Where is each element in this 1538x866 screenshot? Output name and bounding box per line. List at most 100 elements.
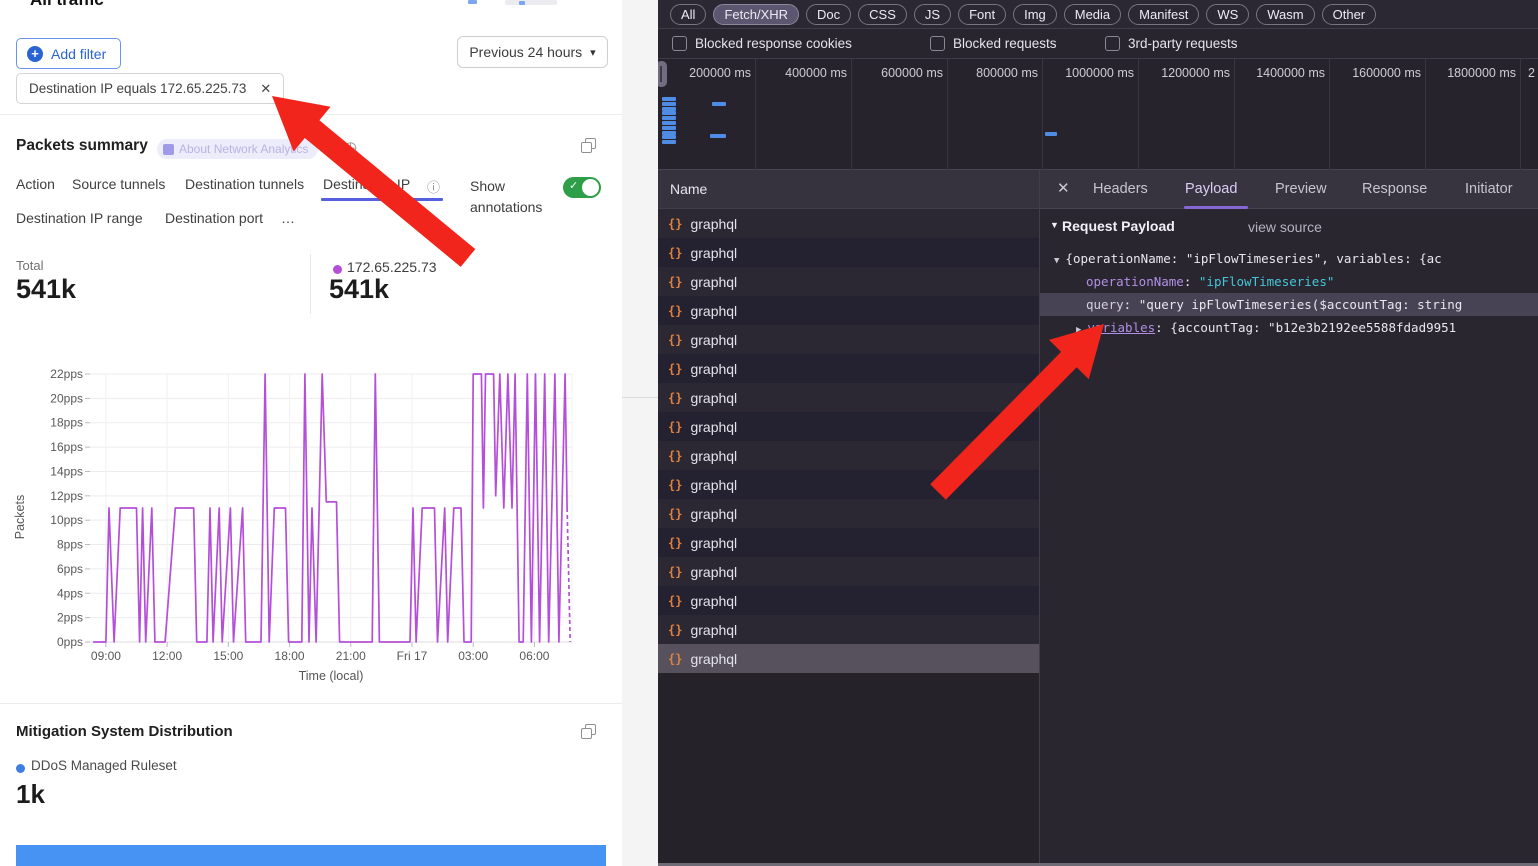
filter-pill-fetch-xhr[interactable]: Fetch/XHR [713, 4, 799, 25]
request-row-graphql-5[interactable]: {}graphql [658, 354, 1039, 383]
request-waterfall-mark [662, 97, 676, 101]
request-row-graphql-0[interactable]: {}graphql [658, 209, 1039, 238]
request-row-graphql-4[interactable]: {}graphql [658, 325, 1039, 354]
about-network-analytics-badge[interactable]: About Network Analytics [157, 139, 318, 159]
svg-text:12:00: 12:00 [152, 649, 182, 663]
timeline-drag-handle[interactable] [658, 61, 667, 87]
request-row-graphql-6[interactable]: {}graphql [658, 383, 1039, 412]
json-braces-icon: {} [668, 623, 682, 637]
request-waterfall-mark [662, 126, 676, 130]
remove-filter-icon[interactable]: ✕ [260, 81, 271, 97]
tab-[interactable]: … [281, 210, 295, 226]
svg-text:2pps: 2pps [57, 611, 83, 625]
json-braces-icon: {} [668, 391, 682, 405]
checkbox-icon [1105, 36, 1120, 51]
request-row-graphql-15[interactable]: {}graphql [658, 644, 1039, 673]
detail-tab-headers[interactable]: Headers [1093, 170, 1148, 208]
time-range-dropdown[interactable]: Previous 24 hours ▾ [457, 36, 608, 68]
request-row-graphql-10[interactable]: {}graphql [658, 499, 1039, 528]
time-range-value: Previous 24 hours [469, 44, 582, 60]
request-name: graphql [690, 593, 737, 609]
checkbox-blocked-response-cookies[interactable]: Blocked response cookies [672, 29, 852, 58]
timeline-label: 1000000 ms [1065, 66, 1134, 80]
page-title-all-traffic: All traffic [30, 0, 104, 10]
request-name: graphql [690, 448, 737, 464]
timeline-gridline [1234, 59, 1235, 171]
tab-destination-port[interactable]: Destination port [165, 210, 263, 226]
request-row-graphql-7[interactable]: {}graphql [658, 412, 1039, 441]
mitigation-bar[interactable] [16, 845, 606, 866]
request-row-graphql-1[interactable]: {}graphql [658, 238, 1039, 267]
filter-pill-img[interactable]: Img [1013, 4, 1057, 25]
filter-pill-doc[interactable]: Doc [806, 4, 851, 25]
request-waterfall-mark [662, 140, 676, 144]
svg-text:21:00: 21:00 [336, 649, 366, 663]
add-filter-button[interactable]: + Add filter [16, 38, 121, 69]
request-row-graphql-8[interactable]: {}graphql [658, 441, 1039, 470]
expand-card-icon[interactable] [581, 138, 595, 152]
payload-variables-line[interactable]: ▶variables: {accountTag: "b12e3b2192ee55… [1040, 316, 1538, 339]
filter-pill-js[interactable]: JS [914, 4, 951, 25]
tab-destination-tunnels[interactable]: Destination tunnels [185, 176, 304, 192]
detail-tab-payload[interactable]: Payload [1185, 170, 1237, 208]
json-braces-icon: {} [668, 565, 682, 579]
detail-tab-response[interactable]: Response [1362, 170, 1427, 208]
payload-preview-line[interactable]: ▼{operationName: "ipFlowTimeseries", var… [1040, 247, 1538, 270]
filter-pill-css[interactable]: CSS [858, 4, 907, 25]
svg-text:22pps: 22pps [50, 367, 83, 381]
view-source-link[interactable]: view source [1248, 219, 1322, 235]
series-label: 172.65.225.73 [347, 259, 437, 275]
timeline-gridline [1138, 59, 1139, 171]
request-name: graphql [690, 274, 737, 290]
packets-timeseries-chart[interactable]: 0pps2pps4pps6pps8pps10pps12pps14pps16pps… [0, 357, 622, 692]
request-row-graphql-12[interactable]: {}graphql [658, 557, 1039, 586]
expand-triangle-icon[interactable]: ▶ [1040, 325, 1081, 335]
request-row-graphql-3[interactable]: {}graphql [658, 296, 1039, 325]
filter-pill-manifest[interactable]: Manifest [1128, 4, 1199, 25]
timeline-label: 1200000 ms [1161, 66, 1230, 80]
network-overview-timeline[interactable]: 200000 ms400000 ms600000 ms800000 ms1000… [658, 58, 1538, 170]
json-braces-icon: {} [668, 652, 682, 666]
mitigation-title: Mitigation System Distribution [16, 723, 233, 740]
badge-label: About Network Analytics [179, 142, 308, 156]
collapse-triangle-icon[interactable]: ▼ [1050, 220, 1059, 230]
filter-pill-wasm[interactable]: Wasm [1256, 4, 1314, 25]
request-row-graphql-11[interactable]: {}graphql [658, 528, 1039, 557]
svg-text:Time (local): Time (local) [299, 669, 364, 683]
filter-pill-other[interactable]: Other [1322, 4, 1377, 25]
request-waterfall-mark [662, 116, 676, 120]
svg-text:09:00: 09:00 [91, 649, 121, 663]
filter-pill-ws[interactable]: WS [1206, 4, 1249, 25]
timeline-label: 1600000 ms [1352, 66, 1421, 80]
request-row-graphql-14[interactable]: {}graphql [658, 615, 1039, 644]
payload-operation-line[interactable]: operationName: "ipFlowTimeseries" [1040, 270, 1538, 293]
filter-pill-font[interactable]: Font [958, 4, 1006, 25]
checkbox-icon [672, 36, 687, 51]
request-name: graphql [690, 303, 737, 319]
checkbox-blocked-requests[interactable]: Blocked requests [930, 29, 1057, 58]
tab-destination-ip[interactable]: Destination IP [323, 176, 410, 192]
info-icon[interactable]: ⓘ [427, 177, 440, 196]
payload-query-line[interactable]: query: "query ipFlowTimeseries($accountT… [1040, 293, 1538, 316]
detail-tab-initiator[interactable]: Initiator [1465, 170, 1513, 208]
plus-icon: + [27, 46, 43, 62]
timeline-label: 800000 ms [976, 66, 1038, 80]
close-icon[interactable]: ✕ [1057, 170, 1070, 208]
filter-pill-all[interactable]: All [670, 4, 706, 25]
request-row-graphql-13[interactable]: {}graphql [658, 586, 1039, 615]
request-row-graphql-2[interactable]: {}graphql [658, 267, 1039, 296]
chevron-down-icon: ▾ [590, 46, 596, 59]
expand-card-icon[interactable] [581, 724, 595, 738]
tab-action[interactable]: Action [16, 176, 55, 192]
network-filter-checkboxes: Blocked response cookies Blocked requests… [658, 29, 1538, 58]
filter-pill-media[interactable]: Media [1064, 4, 1121, 25]
tab-source-tunnels[interactable]: Source tunnels [72, 176, 165, 192]
show-annotations-toggle[interactable]: ✓ [563, 177, 601, 198]
timeline-label: 400000 ms [785, 66, 847, 80]
filter-chip[interactable]: Destination IP equals 172.65.225.73 ✕ [16, 73, 284, 104]
tab-destination-ip-range[interactable]: Destination IP range [16, 210, 143, 226]
request-row-graphql-9[interactable]: {}graphql [658, 470, 1039, 499]
name-column-header[interactable]: Name [658, 170, 1039, 209]
detail-tab-preview[interactable]: Preview [1275, 170, 1327, 208]
checkbox-3rd-party-requests[interactable]: 3rd-party requests [1105, 29, 1238, 58]
